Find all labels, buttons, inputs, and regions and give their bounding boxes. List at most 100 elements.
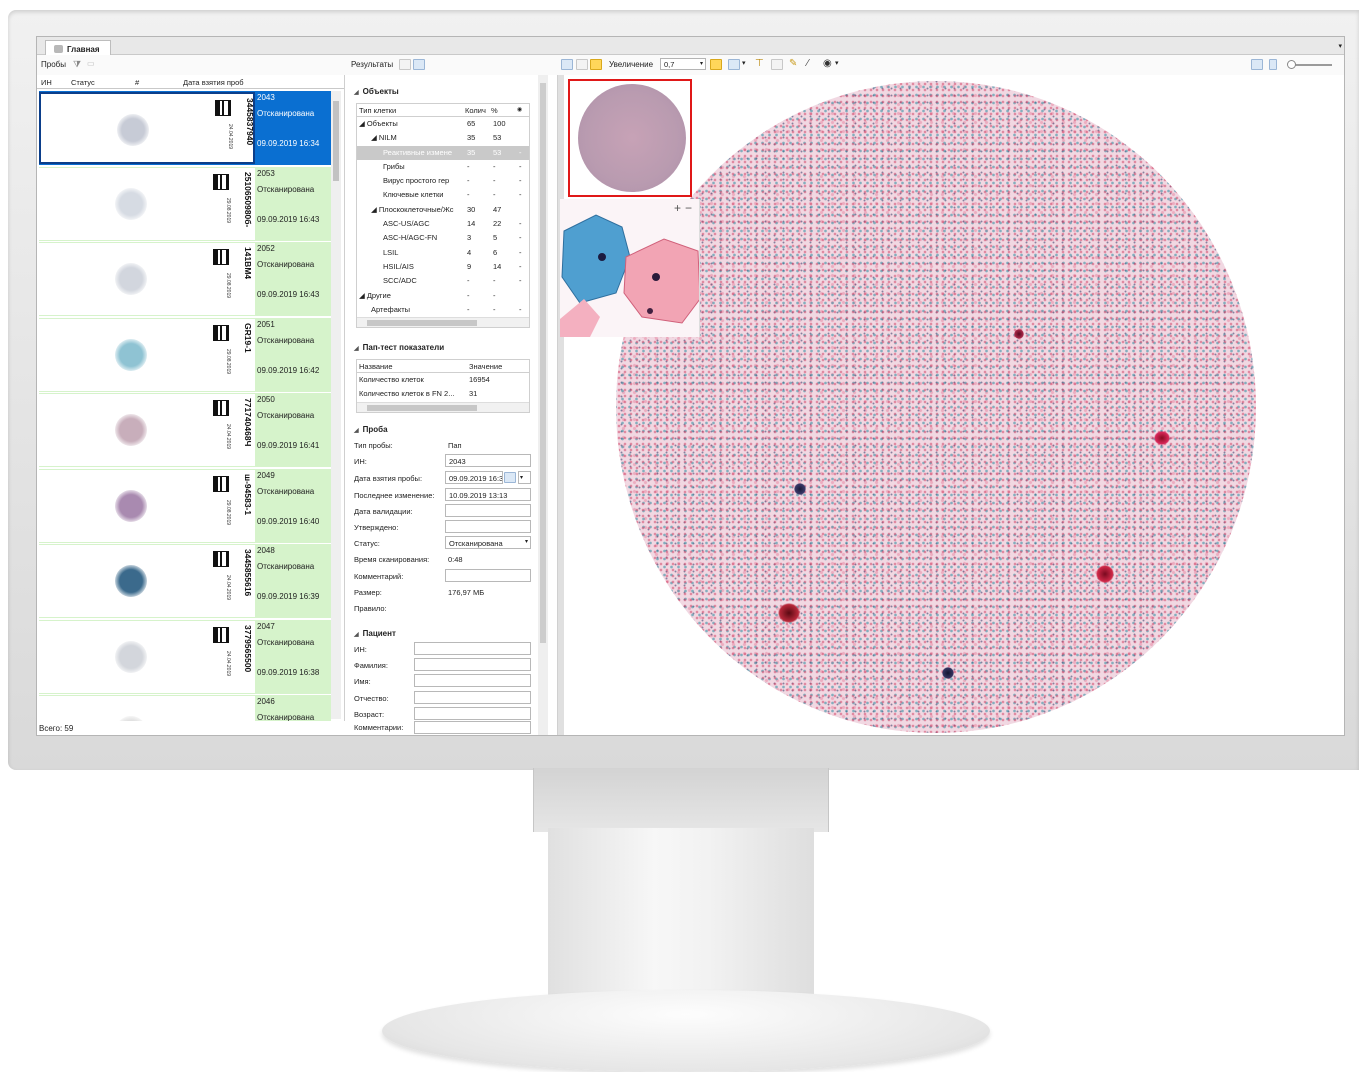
sample-number: 2046: [257, 697, 275, 706]
sample-approved-field[interactable]: [445, 520, 531, 533]
sample-modified-label: Последнее изменение:: [354, 491, 435, 500]
sample-status-select[interactable]: Отсканирована ▾: [445, 536, 531, 549]
sample-row[interactable]: 29.08.2019 GR19-1 2051 Отсканирована 09.09.2…: [39, 317, 331, 392]
eye-dropdown-icon[interactable]: ▾: [835, 59, 839, 69]
sample-approved-label: Утверждено:: [354, 523, 399, 532]
scrollbar-thumb[interactable]: [540, 83, 546, 643]
sample-status: Отсканирована: [257, 486, 315, 496]
patient-age-field[interactable]: [414, 707, 531, 720]
sample-row[interactable]: 29.08.2019 2510650980б- 2053 Отсканирована 0…: [39, 166, 331, 241]
pap-col-name[interactable]: Название: [359, 362, 393, 371]
objects-row[interactable]: Вирус простого гер - - -: [357, 174, 529, 188]
image-viewer[interactable]: +−: [557, 75, 1344, 735]
tab-main[interactable]: Главная: [45, 40, 111, 55]
snapshot-tool-icon[interactable]: [771, 59, 783, 70]
pointer-tool-icon[interactable]: [710, 59, 722, 70]
sample-row[interactable]: 2046 Отсканирована: [39, 695, 331, 721]
sample-validated-field[interactable]: [445, 504, 531, 517]
eye-icon[interactable]: ◉: [517, 106, 522, 113]
overview-minimap[interactable]: [568, 79, 692, 197]
pap-section-title[interactable]: ◢ Пап-тест показатели: [354, 343, 444, 352]
objects-row[interactable]: ◢ Объекты 65 100: [357, 117, 529, 131]
layout-single-icon[interactable]: [561, 59, 573, 70]
objects-row[interactable]: Реактивные измене 35 53 -: [357, 145, 529, 160]
pap-row[interactable]: Количество клеток в FN 2... 31: [357, 387, 529, 401]
samples-scrollbar[interactable]: [331, 91, 341, 719]
results-scrollbar[interactable]: [538, 75, 548, 735]
sample-taken-field[interactable]: 09.09.2019 16:3: [445, 471, 503, 484]
magic-wand-icon[interactable]: ⁄: [807, 59, 809, 69]
objects-row[interactable]: HSIL/AIS 9 14 -: [357, 260, 529, 274]
objects-row[interactable]: Артефакты - - -: [357, 303, 529, 317]
patient-first-name-label: Имя:: [354, 677, 371, 686]
sample-comment-field[interactable]: [445, 569, 531, 582]
col-id[interactable]: ИН: [41, 78, 52, 87]
zoom-select[interactable]: 0,7 ▾: [660, 58, 706, 70]
pap-row[interactable]: Количество клеток 16954: [357, 373, 529, 387]
zoom-slider-knob[interactable]: [1287, 60, 1296, 69]
layout-split-icon[interactable]: [590, 59, 602, 70]
zoom-slider-track[interactable]: [1290, 64, 1332, 66]
pen-tool-icon[interactable]: ✎: [789, 59, 797, 69]
objects-col-type[interactable]: Тип клетки: [359, 106, 396, 115]
patient-first-name-field[interactable]: [414, 674, 531, 687]
patient-last-name-field[interactable]: [414, 658, 531, 671]
sample-row[interactable]: 24.04.2019 3445855616 2048 Отсканирована 09.…: [39, 544, 331, 618]
objects-row[interactable]: LSIL 4 6 -: [357, 246, 529, 260]
sample-row[interactable]: 24.04.2019 771740468Ч 2050 Отсканирована 09.…: [39, 393, 331, 467]
col-status[interactable]: Статус: [71, 78, 95, 87]
patient-section-title[interactable]: ◢ Пациент: [354, 629, 396, 638]
objects-row[interactable]: ◢ Плоскоклеточные/Жс 30 47: [357, 203, 529, 217]
ruler-tool-icon[interactable]: ⊤: [755, 59, 764, 69]
time-spin-icon[interactable]: ▾: [518, 471, 531, 484]
cell-count: 65: [467, 119, 476, 128]
zoom-in-out-icon[interactable]: +−: [674, 201, 696, 215]
filter-icon[interactable]: ⧩: [73, 59, 81, 69]
patient-id-field[interactable]: [414, 642, 531, 655]
slide-image[interactable]: [616, 81, 1256, 733]
scrollbar-thumb[interactable]: [333, 101, 339, 181]
objects-col-pct[interactable]: %: [491, 106, 498, 115]
clear-filter-icon[interactable]: ▭: [87, 59, 95, 69]
zoom-value: 0,7: [664, 60, 675, 69]
objects-section-title[interactable]: ◢ Объекты: [354, 87, 399, 96]
objects-row[interactable]: ASC-US/AGC 14 22 -: [357, 217, 529, 231]
objects-row[interactable]: Грибы - - -: [357, 160, 529, 174]
calendar-icon[interactable]: [504, 472, 516, 483]
objects-row[interactable]: Ключевые клетки - - -: [357, 188, 529, 202]
eye-tool-icon[interactable]: ◉: [823, 59, 832, 69]
sample-section-title[interactable]: ◢ Проба: [354, 425, 388, 434]
sample-modified-field[interactable]: 10.09.2019 13:13: [445, 488, 531, 501]
slide-barcode-text: GR19-1: [243, 322, 253, 353]
viewer-splitter[interactable]: [558, 75, 564, 735]
selection-dropdown-icon[interactable]: ▾: [742, 59, 746, 69]
sample-row[interactable]: 24.04.2019 3779565500 2047 Отсканирована 09.…: [39, 619, 331, 694]
slide-thumb-circle: [115, 716, 147, 721]
col-date[interactable]: Дата взятия проб: [183, 78, 244, 87]
window-mode-icon[interactable]: [1251, 59, 1263, 70]
sample-row[interactable]: 29.08.2019 141BM4 2052 Отсканирована 09.09.2…: [39, 242, 331, 316]
sample-row[interactable]: 29.08.2019 ш-94583-1 2049 Отсканирована 09.0…: [39, 468, 331, 543]
sample-id-field[interactable]: 2043: [445, 454, 531, 467]
objects-hscrollbar[interactable]: [357, 317, 529, 328]
sample-size-value: 176,97 МБ: [448, 588, 485, 597]
objects-row[interactable]: ◢ NILM 35 53: [357, 131, 529, 145]
patient-comment-field[interactable]: [414, 721, 531, 734]
cell-zoom-window[interactable]: [560, 199, 700, 337]
objects-row[interactable]: SCC/ADC - - -: [357, 274, 529, 288]
col-number[interactable]: #: [135, 78, 139, 87]
results-panel-icon[interactable]: [413, 59, 425, 70]
results-view-icon[interactable]: [399, 59, 411, 70]
layout-grid-icon[interactable]: [576, 59, 588, 70]
panel-toggle-icon[interactable]: [1269, 59, 1277, 70]
selection-tool-icon[interactable]: [728, 59, 740, 70]
pap-hscrollbar[interactable]: [357, 401, 529, 412]
sample-row[interactable]: 24.04.2019 3445837940 2043 Отсканирована 09.…: [39, 91, 331, 165]
objects-row[interactable]: ◢ Другие - -: [357, 289, 529, 303]
objects-row[interactable]: ASC-H/AGC-FN 3 5 -: [357, 231, 529, 245]
tab-menu-arrow-icon[interactable]: ▾: [1338, 42, 1342, 50]
objects-col-count[interactable]: Колич: [465, 106, 486, 115]
pap-col-value[interactable]: Значение: [469, 362, 502, 371]
objects-grid: Тип клетки Колич % ◉ ◢ Объекты 65 100 ◢ NIL…: [356, 103, 530, 329]
patient-middle-name-field[interactable]: [414, 691, 531, 704]
